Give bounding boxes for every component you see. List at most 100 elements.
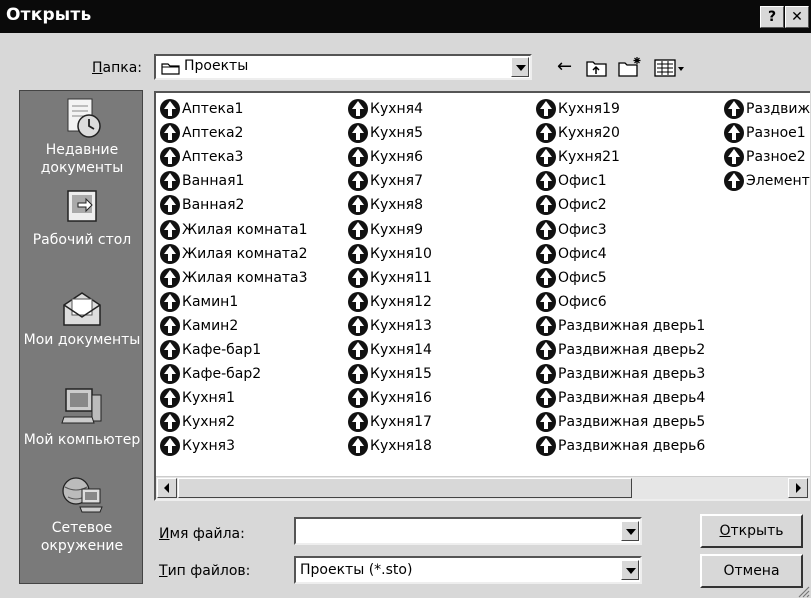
project-file-icon <box>160 123 180 144</box>
resize-grip-icon[interactable] <box>796 584 810 598</box>
file-item[interactable]: Офис3 <box>536 218 607 242</box>
file-name: Офис6 <box>558 293 607 310</box>
file-item[interactable]: Кухня3 <box>160 434 235 458</box>
file-item[interactable]: Кухня5 <box>348 121 423 145</box>
file-name: Кухня8 <box>370 197 423 214</box>
file-item[interactable]: Кухня6 <box>348 145 423 169</box>
file-item[interactable]: Ванная1 <box>160 169 244 193</box>
file-list[interactable]: Аптека1 Аптека2 Аптека3 Ванная1 Ванная2 Жилая… <box>154 91 810 501</box>
project-file-icon <box>724 171 744 192</box>
file-item[interactable]: Раздвижная дверь2 <box>536 338 705 362</box>
file-name: Кухня12 <box>370 293 432 310</box>
file-item[interactable]: Ванная2 <box>160 193 244 217</box>
place-my-computer-label: Мой компьютер <box>23 432 141 448</box>
file-item[interactable]: Кухня9 <box>348 218 423 242</box>
close-button[interactable]: ✕ <box>785 6 809 28</box>
file-item[interactable]: Раздвиж <box>724 97 810 121</box>
project-file-icon <box>348 412 368 433</box>
arrow-right-icon <box>796 483 801 493</box>
file-name: Кухня15 <box>370 366 432 383</box>
place-recent-documents-label: Недавние документы <box>40 142 124 176</box>
place-recent-documents[interactable]: Недавние документы <box>20 97 144 177</box>
file-item[interactable]: Офис6 <box>536 290 607 314</box>
filetype-dropdown-button[interactable] <box>621 560 639 580</box>
file-item[interactable]: Аптека1 <box>160 97 243 121</box>
file-item[interactable]: Раздвижная дверь1 <box>536 314 705 338</box>
scrollbar-thumb[interactable] <box>178 478 632 498</box>
file-item[interactable]: Кухня17 <box>348 410 432 434</box>
file-item[interactable]: Кухня2 <box>160 410 235 434</box>
file-item[interactable]: Жилая комната3 <box>160 266 308 290</box>
arrow-left-icon <box>164 483 169 493</box>
file-item[interactable]: Кухня14 <box>348 338 432 362</box>
file-item[interactable]: Офис4 <box>536 242 607 266</box>
folder-select[interactable]: Проекты <box>154 54 532 80</box>
file-item[interactable]: Офис1 <box>536 169 607 193</box>
up-folder-icon[interactable] <box>586 58 608 78</box>
scroll-right-button[interactable] <box>788 478 808 498</box>
file-item[interactable]: Офис5 <box>536 266 607 290</box>
file-item[interactable]: Раздвижная дверь4 <box>536 386 705 410</box>
file-item[interactable]: Кафе-бар1 <box>160 338 261 362</box>
place-network[interactable]: Сетевое окружение <box>20 475 144 555</box>
views-menu-icon[interactable] <box>654 58 688 78</box>
project-file-icon <box>536 99 556 119</box>
file-item[interactable]: Кухня7 <box>348 169 423 193</box>
place-network-label: Сетевое окружение <box>40 520 124 554</box>
project-file-icon <box>536 171 556 192</box>
file-name: Разное2 <box>746 149 806 166</box>
file-item[interactable]: Аптека2 <box>160 121 243 145</box>
my-documents-icon <box>60 287 104 327</box>
file-item[interactable]: Разное2 <box>724 145 806 169</box>
file-item[interactable]: Кухня21 <box>536 145 620 169</box>
help-button[interactable]: ? <box>760 6 784 28</box>
file-item[interactable]: Кухня18 <box>348 434 432 458</box>
scroll-left-button[interactable] <box>157 478 177 498</box>
file-item[interactable]: Кухня16 <box>348 386 432 410</box>
file-item[interactable]: Камин2 <box>160 314 238 338</box>
file-name: Раздвижная дверь4 <box>558 390 706 407</box>
file-item[interactable]: Кухня15 <box>348 362 432 386</box>
file-item[interactable]: Аптека3 <box>160 145 243 169</box>
file-item[interactable]: Кухня8 <box>348 193 423 217</box>
file-item[interactable]: Кухня13 <box>348 314 432 338</box>
project-file-icon <box>724 123 744 144</box>
new-folder-icon[interactable] <box>618 56 644 78</box>
file-item[interactable]: Кухня10 <box>348 242 432 266</box>
filename-label: Имя файла: <box>159 526 245 542</box>
file-item[interactable]: Жилая комната1 <box>160 218 308 242</box>
file-item[interactable]: Кухня20 <box>536 121 620 145</box>
file-item[interactable]: Кафе-бар2 <box>160 362 261 386</box>
file-name: Кухня5 <box>370 125 423 142</box>
file-name: Аптека3 <box>182 149 244 166</box>
filename-dropdown-button[interactable] <box>621 521 639 541</box>
file-item[interactable]: Кухня11 <box>348 266 432 290</box>
file-item[interactable]: Кухня12 <box>348 290 432 314</box>
file-item[interactable]: Раздвижная дверь6 <box>536 434 705 458</box>
file-name: Раздвижная дверь2 <box>558 342 706 358</box>
project-file-icon <box>160 364 180 385</box>
cancel-button[interactable]: Отмена <box>700 554 803 588</box>
horizontal-scrollbar[interactable] <box>156 476 810 499</box>
project-file-icon <box>536 219 556 240</box>
place-my-computer[interactable]: Мой компьютер <box>20 387 144 449</box>
file-item[interactable]: Элемент <box>724 169 810 193</box>
file-item[interactable]: Кухня19 <box>536 97 620 121</box>
file-item[interactable]: Разное1 <box>724 121 806 145</box>
place-my-documents[interactable]: Мои документы <box>20 287 144 349</box>
file-item[interactable]: Кухня4 <box>348 97 423 121</box>
back-icon[interactable]: ← <box>557 56 572 78</box>
project-file-icon <box>348 340 368 360</box>
file-item[interactable]: Камин1 <box>160 290 238 314</box>
file-item[interactable]: Раздвижная дверь3 <box>536 362 705 386</box>
file-item[interactable]: Раздвижная дверь5 <box>536 410 705 434</box>
filename-input[interactable] <box>294 517 642 545</box>
file-item[interactable]: Жилая комната2 <box>160 242 308 266</box>
open-button[interactable]: Открыть <box>700 514 803 548</box>
folder-dropdown-button[interactable] <box>511 57 529 77</box>
file-item[interactable]: Кухня1 <box>160 386 235 410</box>
place-desktop[interactable]: Рабочий стол <box>20 187 144 249</box>
file-item[interactable]: Офис2 <box>536 193 607 217</box>
filetype-select[interactable]: Проекты (*.sto) <box>294 556 642 584</box>
file-name: Раздвижная дверь6 <box>558 438 706 455</box>
